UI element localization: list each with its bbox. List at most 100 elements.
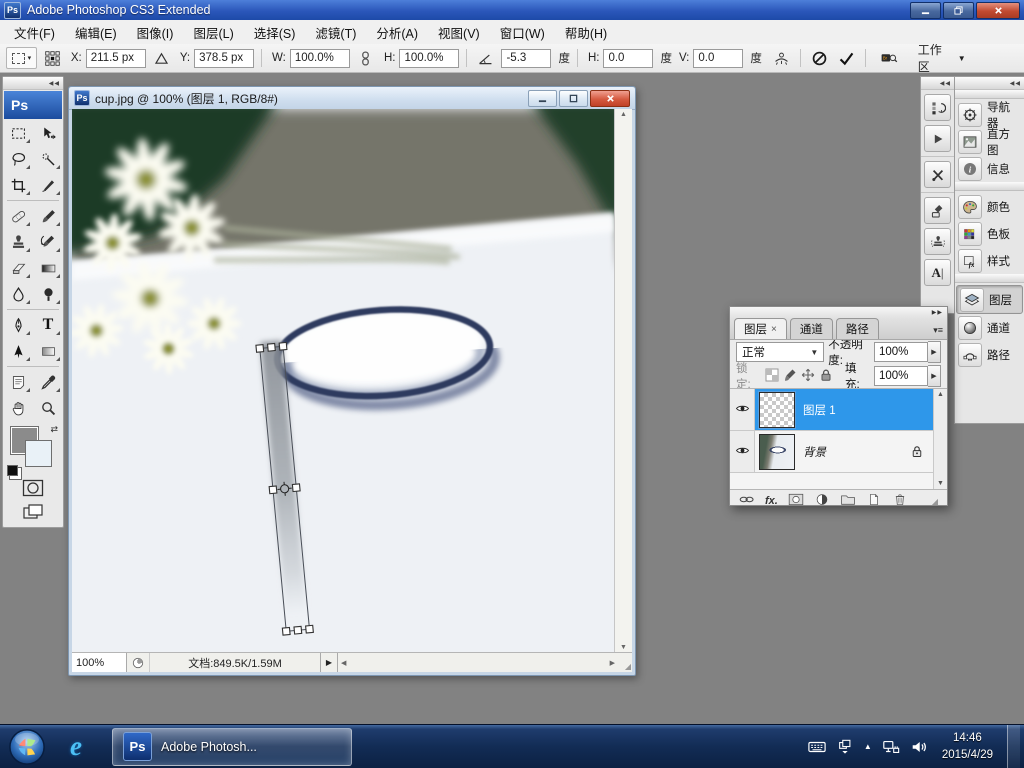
clock[interactable]: 14:46 2015/4/29 <box>942 730 993 762</box>
layer1-thumbnail[interactable] <box>759 392 795 428</box>
background-thumbnail[interactable] <box>759 434 795 470</box>
add-mask-button[interactable] <box>788 493 804 509</box>
tool-preset-picker[interactable]: ▾ <box>6 47 37 69</box>
x-input[interactable]: 211.5 px <box>86 49 146 68</box>
swap-colors-icon[interactable]: ⇄ <box>50 424 58 435</box>
quick-selection-tool[interactable] <box>33 146 63 172</box>
status-flyout-button[interactable]: ▶ <box>321 653 338 672</box>
tab-paths[interactable]: 路径 <box>836 318 879 339</box>
commit-transform-button[interactable] <box>835 47 858 69</box>
info-panel-button[interactable]: i 信息 <box>955 155 1024 182</box>
cancel-transform-button[interactable] <box>808 47 831 69</box>
visibility-toggle[interactable] <box>730 389 755 430</box>
brushes-panel-button[interactable] <box>924 197 951 224</box>
history-panel-button[interactable] <box>924 94 951 121</box>
photoshop-task-button[interactable]: Ps Adobe Photosh... <box>112 728 352 766</box>
menu-select[interactable]: 选择(S) <box>244 19 306 46</box>
zoom-level-field[interactable]: 100% <box>72 653 127 672</box>
menu-analysis[interactable]: 分析(A) <box>366 19 428 46</box>
link-dimensions-icon[interactable] <box>354 47 377 69</box>
character-panel-button[interactable]: A| <box>924 259 951 286</box>
show-desktop-button[interactable] <box>1007 725 1020 768</box>
scroll-left-icon[interactable]: ◀ <box>341 659 346 667</box>
adjustment-layer-button[interactable] <box>814 493 830 509</box>
tab-layers[interactable]: 图层 × <box>734 318 787 339</box>
eyedropper-tool[interactable] <box>33 369 63 395</box>
visibility-toggle[interactable] <box>730 431 755 472</box>
fill-input[interactable]: 100% <box>874 366 928 386</box>
navigator-panel-button[interactable]: 导航器 <box>955 101 1024 128</box>
shape-tool[interactable] <box>33 338 63 364</box>
tab-channels[interactable]: 通道 <box>790 318 833 339</box>
notes-tool[interactable] <box>3 369 33 395</box>
menu-window[interactable]: 窗口(W) <box>490 19 555 46</box>
menu-file[interactable]: 文件(F) <box>4 19 65 46</box>
show-hidden-icons-button[interactable]: ▲ <box>864 742 872 751</box>
go-to-bridge-button[interactable]: Br <box>873 47 906 69</box>
internet-explorer-icon[interactable]: e <box>58 729 94 765</box>
brush-tool[interactable] <box>33 203 63 229</box>
labeled-dock-collapse[interactable]: ◀◀ <box>955 77 1024 90</box>
delete-layer-button[interactable] <box>892 493 908 509</box>
input-method-icon[interactable] <box>808 739 826 755</box>
height-input[interactable]: 100.0% <box>399 49 459 68</box>
horizontal-scrollbar[interactable]: ◀ ▶ <box>338 653 618 672</box>
icon-dock-collapse[interactable]: ◀◀ <box>921 77 954 90</box>
menu-layer[interactable]: 图层(L) <box>183 19 243 46</box>
network-icon[interactable] <box>882 739 900 755</box>
h-skew-input[interactable]: 0.0 <box>603 49 653 68</box>
slice-tool[interactable] <box>33 172 63 198</box>
move-tool[interactable] <box>33 120 63 146</box>
blend-mode-select[interactable]: 正常 ▼ <box>736 342 824 362</box>
history-brush-tool[interactable] <box>33 229 63 255</box>
close-button[interactable] <box>976 2 1020 19</box>
crop-tool[interactable] <box>3 172 33 198</box>
doc-minimize-button[interactable] <box>528 90 557 107</box>
lasso-tool[interactable] <box>3 146 33 172</box>
start-button[interactable] <box>8 728 46 766</box>
opacity-input[interactable]: 100% <box>874 342 928 362</box>
workspace-button[interactable]: 工作区 ▼ <box>910 47 974 69</box>
document-titlebar[interactable]: Ps cup.jpg @ 100% (图层 1, RGB/8#) <box>69 87 635 110</box>
hand-tool[interactable] <box>3 395 33 421</box>
lock-position-icon[interactable] <box>801 368 815 385</box>
scroll-down-icon[interactable]: ▼ <box>937 480 944 487</box>
scroll-right-icon[interactable]: ▶ <box>610 659 615 667</box>
group-strip[interactable] <box>955 274 1024 283</box>
scroll-up-icon[interactable]: ▲ <box>620 111 627 118</box>
menu-view[interactable]: 视图(V) <box>428 19 490 46</box>
y-input[interactable]: 378.5 px <box>194 49 254 68</box>
panel-menu-icon[interactable]: ▾≡ <box>933 325 943 336</box>
new-layer-button[interactable] <box>866 493 882 509</box>
canvas[interactable] <box>72 109 614 653</box>
width-input[interactable]: 100.0% <box>290 49 350 68</box>
resize-grip[interactable]: ◢ <box>618 653 632 672</box>
dodge-tool[interactable] <box>33 281 63 307</box>
clone-source-panel-button[interactable] <box>924 228 951 255</box>
background-name[interactable]: 背景 <box>803 444 826 460</box>
menu-filter[interactable]: 滤镜(T) <box>305 19 366 46</box>
toolbox-collapse[interactable]: ◀◀ <box>3 77 63 90</box>
doc-close-button[interactable] <box>590 90 630 107</box>
scroll-down-icon[interactable]: ▼ <box>620 644 627 651</box>
rectangular-marquee-tool[interactable] <box>3 120 33 146</box>
menu-help[interactable]: 帮助(H) <box>555 19 617 46</box>
menu-image[interactable]: 图像(I) <box>127 19 184 46</box>
cup-photo[interactable] <box>72 109 614 653</box>
link-layers-button[interactable] <box>739 493 755 509</box>
blur-tool[interactable] <box>3 281 33 307</box>
tab-close-icon[interactable]: × <box>771 324 777 335</box>
swatches-panel-button[interactable]: 色板 <box>955 220 1024 247</box>
color-panel-button[interactable]: 颜色 <box>955 193 1024 220</box>
minimize-button[interactable] <box>910 2 941 19</box>
screen-mode-button[interactable] <box>3 500 63 524</box>
spot-healing-tool[interactable] <box>3 203 33 229</box>
channels-panel-button[interactable]: 通道 <box>955 314 1024 341</box>
group-strip[interactable] <box>955 182 1024 191</box>
zoom-tool[interactable] <box>33 395 63 421</box>
layers-panel-button[interactable]: 图层 <box>956 285 1023 314</box>
scroll-up-icon[interactable]: ▲ <box>937 391 944 398</box>
layer-style-button[interactable]: fx. <box>765 495 778 507</box>
layer-row-background[interactable]: 背景 <box>730 431 934 473</box>
rotation-input[interactable]: -5.3 <box>501 49 551 68</box>
